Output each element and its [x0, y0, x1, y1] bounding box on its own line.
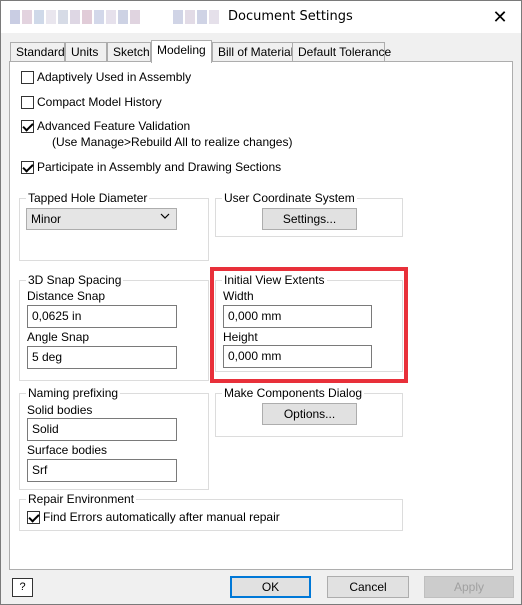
group-legend: Make Components Dialog	[224, 386, 363, 400]
checkbox-box[interactable]	[21, 71, 34, 84]
group-legend: Initial View Extents	[224, 273, 325, 287]
distance-snap-label: Distance Snap	[27, 289, 106, 303]
group-legend: Naming prefixing	[28, 386, 119, 400]
advanced-feature-note: (Use Manage>Rebuild All to realize chang…	[52, 135, 293, 149]
ok-button[interactable]: OK	[230, 576, 311, 598]
document-settings-dialog: Document Settings ✕ Standard Units Sketc…	[0, 0, 522, 605]
tab-units[interactable]: Units	[65, 42, 107, 61]
height-label: Height	[223, 330, 258, 344]
group-legend: Tapped Hole Diameter	[28, 191, 148, 205]
blurred-app-name	[10, 10, 142, 24]
height-input[interactable]: 0,000 mm	[223, 345, 372, 368]
checkbox-label: Find Errors automatically after manual r…	[43, 510, 280, 524]
width-label: Width	[223, 289, 254, 303]
angle-snap-label: Angle Snap	[27, 330, 90, 344]
adaptively-used-checkbox[interactable]: Adaptively Used in Assembly	[21, 70, 191, 85]
find-errors-checkbox[interactable]: Find Errors automatically after manual r…	[27, 510, 280, 525]
participate-sections-checkbox[interactable]: Participate in Assembly and Drawing Sect…	[21, 160, 281, 175]
ucs-settings-button[interactable]: Settings...	[262, 208, 357, 230]
surface-bodies-input[interactable]: Srf	[27, 459, 177, 482]
distance-snap-input[interactable]: 0,0625 in	[27, 305, 177, 328]
checkbox-box[interactable]	[21, 96, 34, 109]
title-bar[interactable]: Document Settings ✕	[1, 1, 521, 33]
checkmark-icon[interactable]	[21, 120, 34, 133]
blurred-file-name	[173, 10, 221, 24]
angle-snap-input[interactable]: 5 deg	[27, 346, 177, 369]
tab-modeling[interactable]: Modeling	[151, 40, 212, 63]
checkmark-icon[interactable]	[27, 511, 40, 524]
solid-bodies-input[interactable]: Solid	[27, 418, 177, 441]
tab-default-tolerance[interactable]: Default Tolerance	[292, 42, 391, 61]
options-button[interactable]: Options...	[262, 403, 357, 425]
tab-standard[interactable]: Standard	[10, 42, 65, 61]
group-legend: 3D Snap Spacing	[28, 273, 122, 287]
group-legend: User Coordinate System	[224, 191, 355, 205]
advanced-feature-validation-checkbox[interactable]: Advanced Feature Validation	[21, 119, 190, 134]
compact-model-history-checkbox[interactable]: Compact Model History	[21, 95, 162, 110]
solid-bodies-label: Solid bodies	[27, 403, 93, 417]
help-icon[interactable]: ?	[12, 578, 33, 597]
checkbox-label: Compact Model History	[37, 95, 162, 109]
checkbox-label: Adaptively Used in Assembly	[37, 70, 192, 84]
checkmark-icon[interactable]	[21, 161, 34, 174]
surface-bodies-label: Surface bodies	[27, 443, 108, 457]
tapped-hole-dropdown[interactable]: Minor	[26, 208, 177, 230]
chevron-down-icon	[160, 211, 170, 224]
dialog-title: Document Settings	[228, 9, 353, 24]
tab-sketch[interactable]: Sketch	[107, 42, 151, 61]
checkbox-label: Advanced Feature Validation	[37, 119, 191, 133]
group-legend: Repair Environment	[28, 492, 135, 506]
apply-button[interactable]: Apply	[424, 576, 514, 598]
checkbox-label: Participate in Assembly and Drawing Sect…	[37, 160, 282, 174]
cancel-button[interactable]: Cancel	[327, 576, 409, 598]
width-input[interactable]: 0,000 mm	[223, 305, 372, 328]
tab-bill-of-materials[interactable]: Bill of Materials	[212, 42, 299, 61]
modeling-panel: Adaptively Used in Assembly Compact Mode…	[9, 61, 513, 570]
close-icon[interactable]: ✕	[487, 5, 513, 29]
dropdown-value: Minor	[31, 212, 62, 226]
